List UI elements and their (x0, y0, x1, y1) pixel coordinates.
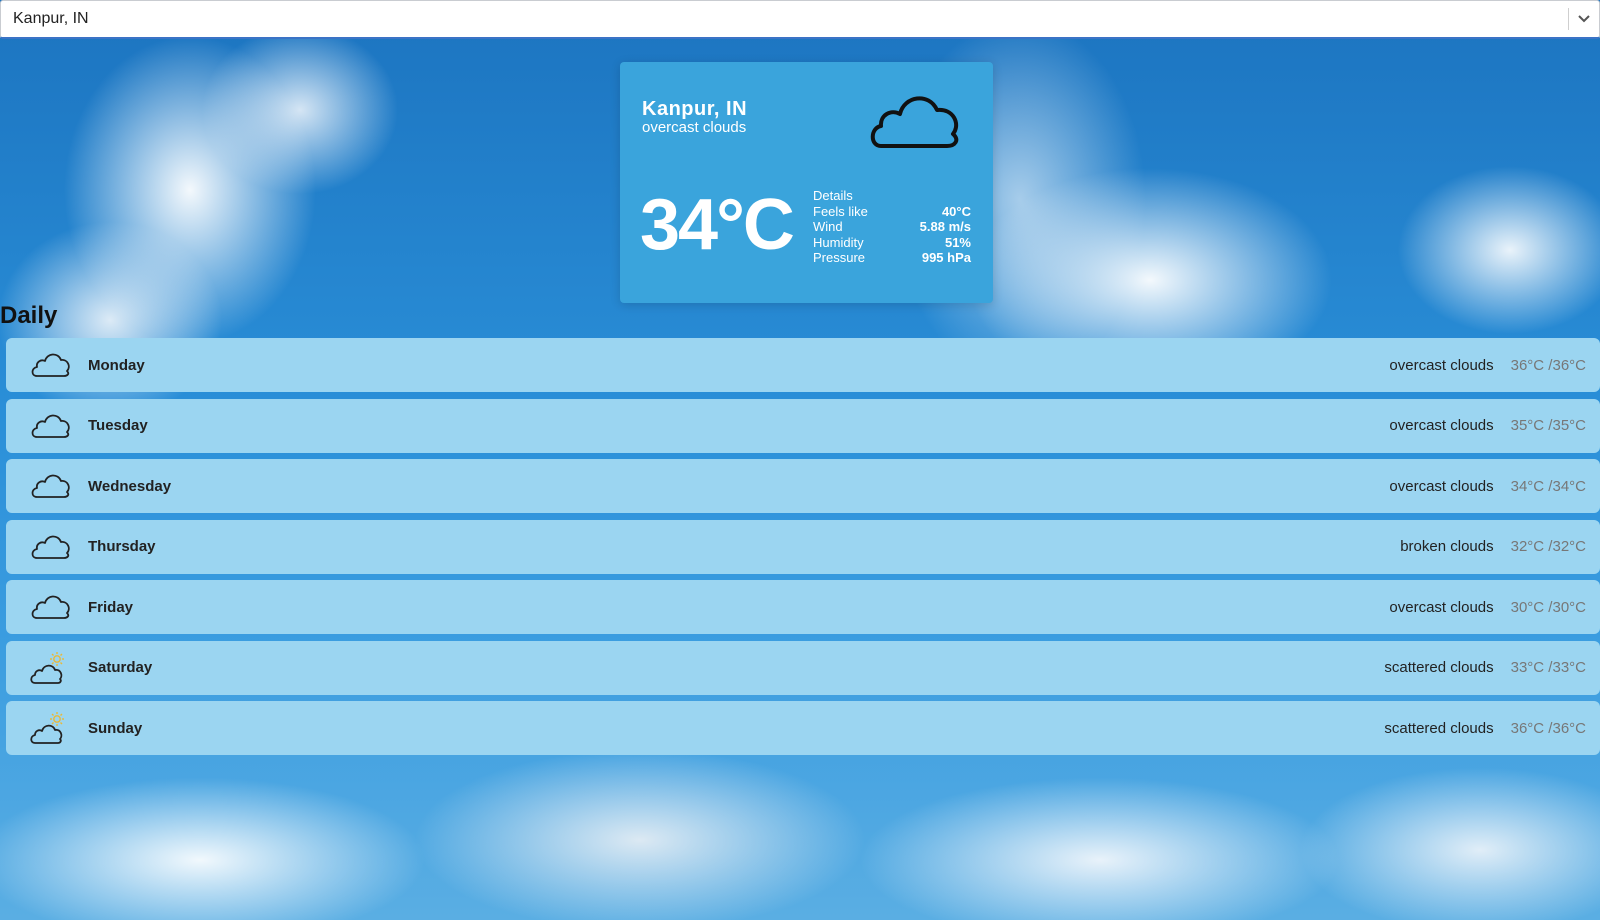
detail-row-feels-like: Feels like 40°C (813, 204, 971, 220)
daily-title: Daily (0, 302, 58, 329)
detail-label: Wind (813, 219, 843, 234)
daily-row-thursday[interactable]: Thursday broken clouds 32°C /32°C (6, 519, 1600, 574)
daily-list: Monday overcast clouds 36°C /36°C Tuesda… (6, 338, 1600, 762)
detail-value: 995 hPa (921, 250, 971, 265)
cloud-icon (30, 531, 70, 563)
detail-value: 40°C (941, 203, 971, 219)
detail-value: 51% (944, 234, 971, 250)
cloud-icon (30, 349, 70, 381)
daily-row-monday[interactable]: Monday overcast clouds 36°C /36°C (6, 338, 1600, 392)
daily-row-tuesday[interactable]: Tuesday overcast clouds 35°C /35°C (6, 398, 1600, 453)
day-name: Saturday (88, 659, 153, 676)
day-name: Thursday (88, 538, 156, 555)
chevron-down-icon[interactable] (1569, 0, 1599, 38)
day-temp-range: 32°C /32°C (1510, 538, 1586, 555)
day-condition: overcast clouds (1389, 598, 1494, 616)
daily-row-friday[interactable]: Friday overcast clouds 30°C /30°C (6, 580, 1600, 634)
day-temp-range: 30°C /30°C (1510, 598, 1586, 616)
day-name: Friday (88, 598, 134, 616)
cloud-icon (30, 591, 70, 623)
day-name: Wednesday (88, 477, 172, 495)
day-temp-range: 36°C /36°C (1510, 356, 1586, 374)
day-name: Tuesday (88, 417, 148, 434)
day-temp-range: 34°C /34°C (1510, 477, 1586, 495)
day-condition: broken clouds (1400, 538, 1494, 555)
detail-row-wind: Wind 5.88 m/s (813, 219, 971, 235)
daily-row-sunday[interactable]: Sunday scattered clouds 36°C /36°C (6, 701, 1600, 755)
day-condition: scattered clouds (1384, 659, 1494, 676)
daily-row-saturday[interactable]: Saturday scattered clouds 33°C /33°C (6, 640, 1600, 695)
day-temp-range: 35°C /35°C (1510, 417, 1586, 434)
detail-row-humidity: Humidity 51% (813, 235, 971, 251)
day-condition: overcast clouds (1389, 356, 1494, 374)
details-title: Details (813, 188, 853, 203)
detail-label: Pressure (813, 250, 866, 265)
sun-cloud-icon (30, 712, 70, 744)
day-condition: overcast clouds (1389, 477, 1494, 495)
day-name: Sunday (88, 719, 143, 737)
city-select-value[interactable]: Kanpur, IN (1, 10, 1568, 28)
daily-row-wednesday[interactable]: Wednesday overcast clouds 34°C /34°C (6, 459, 1600, 513)
cloud-icon (30, 470, 70, 502)
detail-label: Humidity (813, 234, 864, 250)
city-select[interactable]: Kanpur, IN (0, 0, 1600, 39)
current-city: Kanpur, IN (642, 98, 748, 120)
day-temp-range: 36°C /36°C (1510, 719, 1586, 737)
detail-label: Feels like (813, 203, 868, 219)
day-condition: scattered clouds (1384, 719, 1494, 737)
details-panel: Details Feels like 40°C Wind 5.88 m/s Hu… (813, 188, 971, 266)
detail-row-pressure: Pressure 995 hPa (813, 250, 971, 266)
cloud-icon (867, 84, 963, 154)
sun-cloud-icon (30, 651, 70, 684)
day-name: Monday (88, 356, 145, 374)
current-weather-card: Kanpur, IN overcast clouds 34°C Details … (620, 62, 993, 303)
cloud-icon (30, 410, 70, 442)
day-temp-range: 33°C /33°C (1510, 659, 1586, 676)
day-condition: overcast clouds (1389, 417, 1494, 434)
current-temperature: 34°C (640, 185, 795, 265)
detail-value: 5.88 m/s (919, 219, 971, 234)
current-description: overcast clouds (642, 119, 747, 136)
